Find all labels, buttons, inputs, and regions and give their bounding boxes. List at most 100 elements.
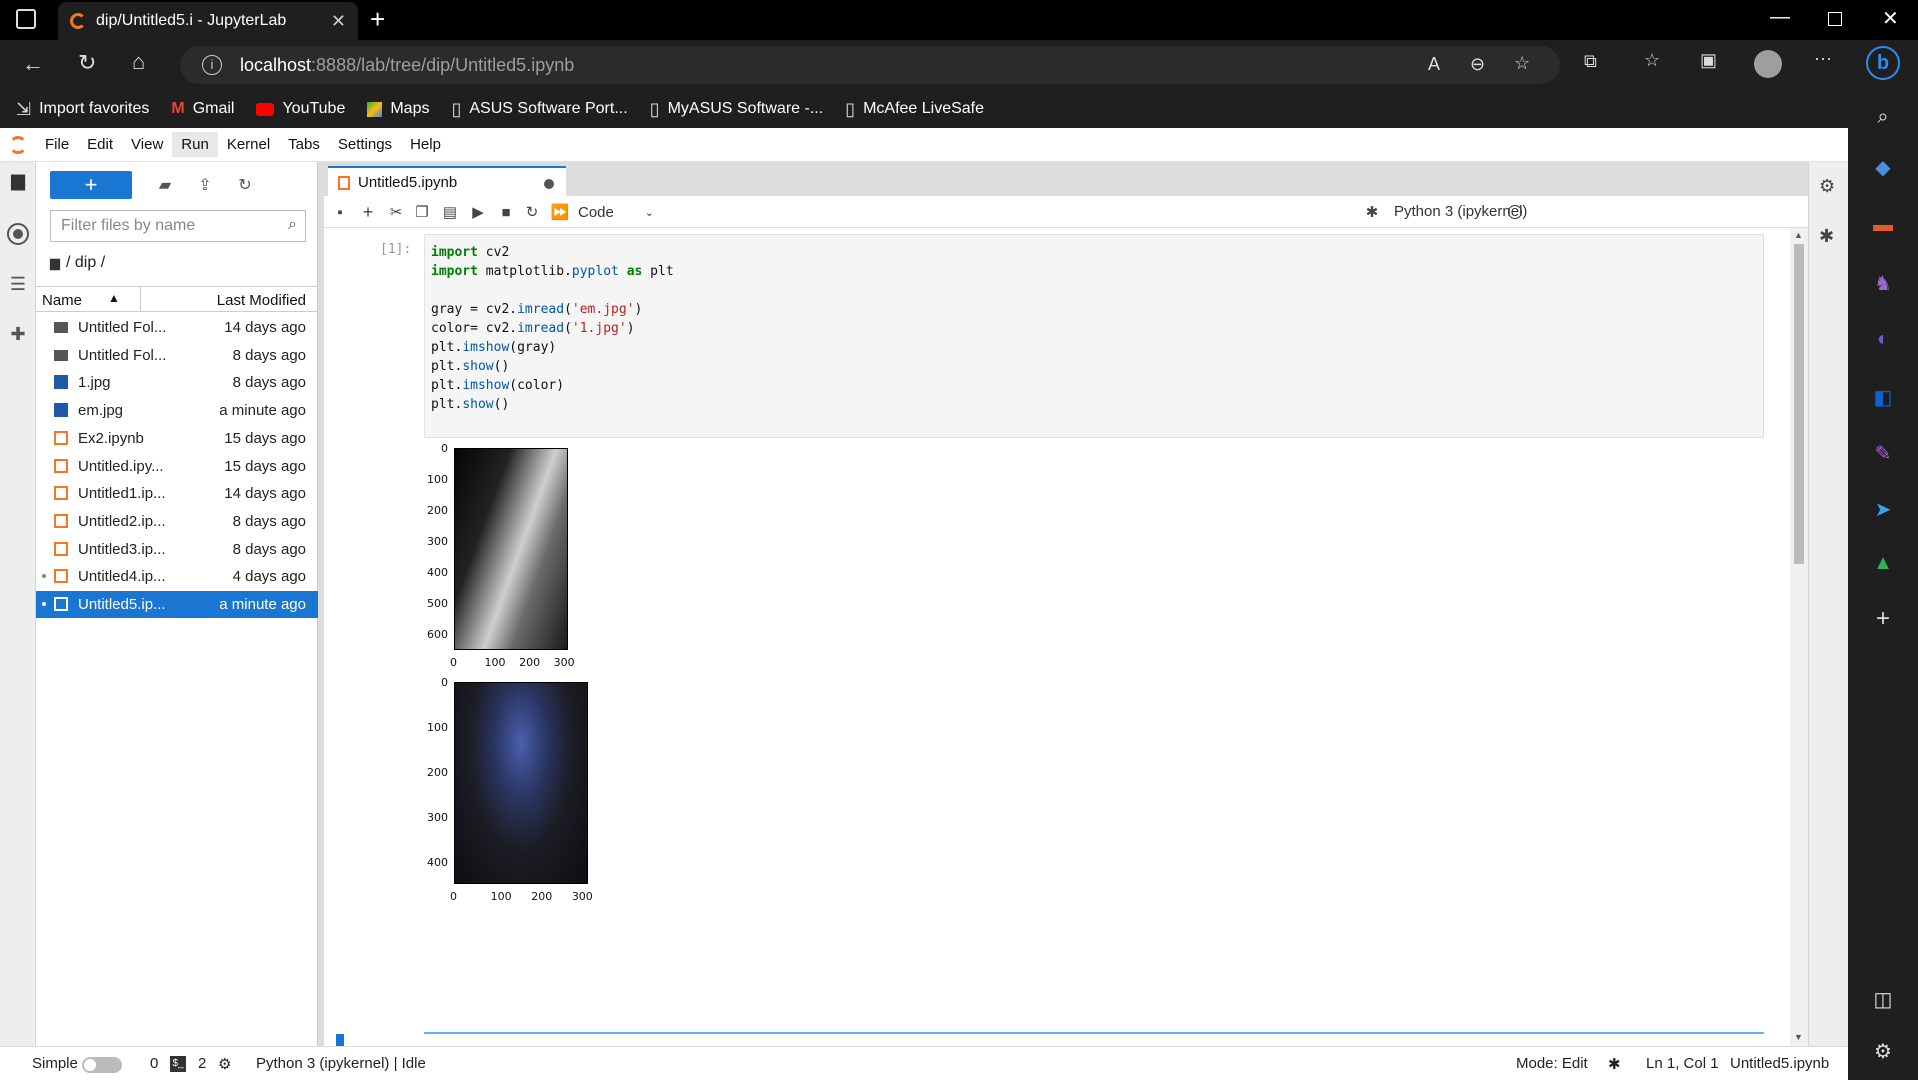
filter-input[interactable]: Filter files by name ⌕ [50, 210, 306, 242]
search-icon[interactable]: ⌕ [1870, 104, 1896, 130]
tree-icon[interactable]: ▲ [1870, 550, 1896, 576]
file-row[interactable]: em.jpg a minute ago [36, 397, 318, 424]
file-row[interactable]: Untitled2.ip... 8 days ago [36, 508, 318, 535]
extension-icon[interactable]: ✚ [6, 322, 30, 346]
refresh-icon[interactable]: ↻ [234, 174, 256, 196]
cell-type-select[interactable]: Code ⌄ [578, 202, 654, 222]
minimize-icon[interactable]: — [1770, 6, 1790, 29]
favorites-icon[interactable]: ☆ [1644, 51, 1660, 69]
menu-help[interactable]: Help [401, 132, 450, 157]
stop-icon[interactable]: ■ [496, 202, 516, 222]
menu-tabs[interactable]: Tabs [279, 132, 329, 157]
back-icon[interactable]: ← [22, 53, 44, 75]
outlook-icon[interactable]: ◧ [1870, 384, 1896, 410]
tab-actions-icon[interactable] [16, 9, 36, 29]
menu-settings[interactable]: Settings [329, 132, 401, 157]
favorite-maps[interactable]: Maps [367, 100, 429, 118]
save-icon[interactable]: ▪ [330, 202, 350, 222]
browser-tab[interactable]: dip/Untitled5.i - JupyterLab ✕ [58, 2, 358, 40]
favorite-asus-portal[interactable]: ▯ ASUS Software Port... [451, 100, 627, 118]
restart-icon[interactable]: ↻ [522, 202, 542, 222]
favorite-gmail[interactable]: M Gmail [171, 100, 234, 118]
kernel-status-text[interactable]: Python 3 (ipykernel) | Idle [256, 1055, 426, 1072]
shopping-icon[interactable]: ◆ [1870, 154, 1896, 180]
add-icon[interactable]: + [1870, 605, 1896, 632]
copilot-icon[interactable]: ◐ [1870, 326, 1896, 352]
file-row[interactable]: Untitled Fol... 8 days ago [36, 342, 318, 369]
scroll-thumb[interactable] [1794, 244, 1804, 564]
folder-icon[interactable]: ▆ [6, 168, 30, 192]
file-row[interactable]: Untitled.ipy... 15 days ago [36, 453, 318, 480]
insert-cell-icon[interactable]: + [358, 202, 378, 222]
new-folder-icon[interactable]: ▰ [154, 174, 176, 196]
menu-view[interactable]: View [122, 132, 172, 157]
new-launcher-button[interactable]: + [50, 171, 132, 199]
close-window-icon[interactable]: ✕ [1882, 6, 1899, 31]
modified-column-header[interactable]: Last Modified [217, 292, 306, 309]
code-cell-editor[interactable]: import cv2 import matplotlib.pyplot as p… [424, 234, 1764, 438]
cursor-position[interactable]: Ln 1, Col 1 [1646, 1055, 1719, 1072]
run-icon[interactable]: ▶ [468, 202, 488, 222]
scroll-down-icon[interactable]: ▼ [1794, 1032, 1803, 1042]
file-row[interactable]: Ex2.ipynb 15 days ago [36, 425, 318, 452]
file-row[interactable]: Untitled1.ip... 14 days ago [36, 480, 318, 507]
breadcrumb-path[interactable]: / dip / [66, 254, 105, 272]
home-icon[interactable]: ⌂ [132, 51, 145, 73]
debugger-panel-icon[interactable]: ✱ [1819, 226, 1834, 247]
menu-edit[interactable]: Edit [78, 132, 122, 157]
settings-icon[interactable]: ⚙ [1870, 1038, 1896, 1064]
favorite-import[interactable]: ⇲ Import favorites [16, 100, 149, 118]
debugger-icon[interactable]: ✱ [1362, 202, 1382, 222]
favorite-youtube[interactable]: YouTube [256, 100, 345, 118]
extensions-icon[interactable]: ⧉ [1584, 52, 1597, 70]
bug-icon[interactable]: ✱ [1608, 1055, 1621, 1073]
kernels-count[interactable]: 2 [198, 1055, 206, 1072]
upload-icon[interactable]: ⇪ [194, 174, 216, 196]
notebook-tab[interactable]: Untitled5.ipynb [328, 166, 566, 196]
new-tab-icon[interactable]: + [370, 4, 385, 35]
copy-icon[interactable]: ❐ [412, 202, 432, 222]
designer-icon[interactable]: ✎ [1870, 440, 1896, 466]
scrollbar[interactable]: ▲ ▼ [1790, 228, 1808, 1046]
cut-icon[interactable]: ✂ [386, 202, 406, 222]
scroll-up-icon[interactable]: ▲ [1794, 230, 1803, 240]
collections-icon[interactable]: ▣ [1700, 51, 1717, 69]
property-inspector-icon[interactable]: ⚙ [1819, 176, 1835, 197]
games-icon[interactable]: ♞ [1870, 270, 1896, 296]
menu-run[interactable]: Run [172, 132, 218, 157]
menu-kernel[interactable]: Kernel [218, 132, 279, 157]
file-row[interactable]: Untitled3.ip... 8 days ago [36, 536, 318, 563]
tools-icon[interactable]: ▬ [1870, 212, 1896, 238]
send-icon[interactable]: ➤ [1870, 496, 1896, 522]
profile-avatar[interactable] [1754, 50, 1782, 78]
restart-run-all-icon[interactable]: ⏩ [550, 202, 570, 222]
toc-icon[interactable]: ☰ [6, 272, 30, 296]
bing-copilot-icon[interactable]: b [1866, 46, 1900, 80]
name-column-header[interactable]: Name [42, 292, 82, 309]
file-row[interactable]: Untitled5.ip... a minute ago [36, 591, 318, 618]
add-favorite-icon[interactable]: ☆ [1514, 54, 1530, 72]
file-row[interactable]: Untitled Fol... 14 days ago [36, 314, 318, 341]
running-icon[interactable] [6, 222, 30, 246]
sidebar-toggle-icon[interactable]: ◫ [1870, 986, 1896, 1012]
favorite-mcafee[interactable]: ▯ McAfee LiveSafe [845, 100, 984, 118]
close-tab-icon[interactable]: ✕ [331, 11, 346, 32]
paste-icon[interactable]: ▤ [440, 202, 460, 222]
file-row[interactable]: 1.jpg 8 days ago [36, 369, 318, 396]
read-aloud-icon[interactable]: A [1428, 55, 1440, 73]
address-bar[interactable]: i localhost:8888/lab/tree/dip/Untitled5.… [180, 46, 1560, 84]
menu-file[interactable]: File [36, 132, 78, 157]
empty-code-cell[interactable] [424, 1032, 1764, 1046]
restore-icon[interactable] [1828, 12, 1842, 26]
more-icon[interactable]: ··· [1814, 49, 1832, 67]
folder-icon[interactable]: ▆ [50, 255, 60, 271]
site-info-icon[interactable]: i [202, 55, 222, 75]
refresh-icon[interactable]: ↻ [78, 52, 96, 74]
file-row[interactable]: Untitled4.ip... 4 days ago [36, 563, 318, 590]
terminals-count[interactable]: 0 [150, 1055, 158, 1072]
favorite-myasus[interactable]: ▯ MyASUS Software -... [650, 100, 824, 118]
unsaved-dot-icon[interactable] [544, 179, 554, 189]
simple-mode-toggle[interactable] [82, 1057, 122, 1073]
notebook-icon [338, 176, 350, 190]
zoom-out-icon[interactable]: ⊖ [1470, 55, 1485, 73]
